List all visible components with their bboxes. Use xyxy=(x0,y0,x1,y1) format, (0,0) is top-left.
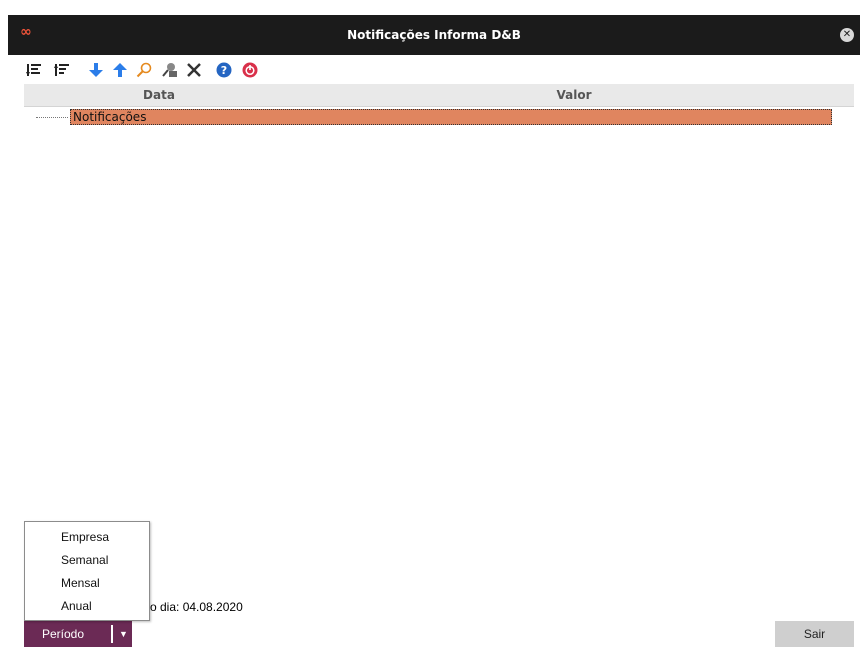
collapse-all-icon[interactable] xyxy=(52,59,72,81)
split-divider xyxy=(111,625,113,643)
power-icon[interactable] xyxy=(240,59,260,81)
column-header-data[interactable]: Data xyxy=(24,84,294,106)
menu-item-empresa[interactable]: Empresa xyxy=(61,526,145,548)
window-title: Notificações Informa D&B xyxy=(347,28,521,42)
help-icon[interactable]: ? xyxy=(214,59,234,81)
toolbar: ? xyxy=(24,59,424,81)
find-user-icon[interactable] xyxy=(160,59,180,81)
column-header-valor[interactable]: Valor xyxy=(294,84,854,106)
grid-header: Data Valor xyxy=(24,84,854,107)
date-label: o dia: 04.08.2020 xyxy=(150,600,243,614)
sair-button[interactable]: Sair xyxy=(775,621,854,647)
periodo-button[interactable]: Período ▼ xyxy=(24,621,132,647)
tree-row[interactable]: Notificações xyxy=(24,109,854,126)
arrow-up-icon[interactable] xyxy=(110,59,130,81)
close-icon[interactable]: ✕ xyxy=(840,28,854,42)
periodo-dropdown-menu: Empresa Semanal Mensal Anual xyxy=(24,521,150,621)
tree-row-label[interactable]: Notificações xyxy=(70,109,832,125)
periodo-button-label: Período xyxy=(42,627,85,641)
chevron-down-icon[interactable]: ▼ xyxy=(115,621,132,647)
title-bar: ∞ Notificações Informa D&B ✕ xyxy=(8,15,860,55)
menu-item-mensal[interactable]: Mensal xyxy=(61,572,145,594)
menu-item-semanal[interactable]: Semanal xyxy=(61,549,145,571)
tree-connector xyxy=(36,117,68,118)
menu-item-anual[interactable]: Anual xyxy=(61,595,145,617)
clear-filter-icon[interactable] xyxy=(184,59,204,81)
search-icon[interactable] xyxy=(134,59,154,81)
expand-all-icon[interactable] xyxy=(24,59,44,81)
notifications-grid: Data Valor Notificações xyxy=(24,84,854,592)
svg-text:?: ? xyxy=(221,64,227,77)
arrow-down-icon[interactable] xyxy=(86,59,106,81)
